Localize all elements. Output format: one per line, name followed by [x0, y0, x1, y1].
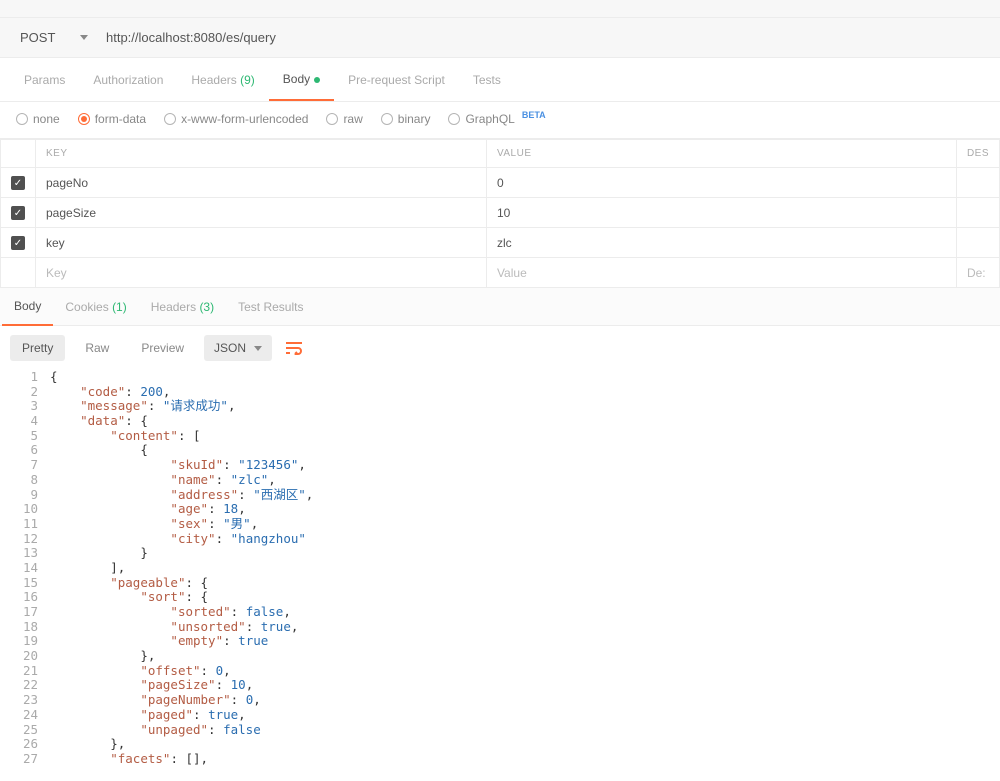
- view-pretty[interactable]: Pretty: [10, 335, 65, 361]
- view-raw[interactable]: Raw: [73, 335, 121, 361]
- code-content: { "code": 200, "message": "请求成功", "data"…: [50, 370, 1000, 767]
- method-select[interactable]: POST: [10, 24, 98, 52]
- table-row: ✓ keyzlc: [1, 228, 1000, 258]
- window-chrome-top: [0, 0, 1000, 18]
- resp-tab-headers[interactable]: Headers (3): [139, 288, 226, 325]
- radio-icon: [448, 113, 460, 125]
- radio-icon: [326, 113, 338, 125]
- radio-raw[interactable]: raw: [326, 112, 362, 126]
- form-data-table: KEY VALUE DES ✓ pageNo0 ✓ pageSize10 ✓ keyzlc: [0, 139, 1000, 288]
- radio-icon: [16, 113, 28, 125]
- tab-prerequest[interactable]: Pre-request Script: [334, 59, 459, 100]
- resp-tab-body[interactable]: Body: [2, 287, 53, 326]
- table-row: ✓ pageSize10: [1, 198, 1000, 228]
- value-cell[interactable]: 10: [486, 198, 956, 228]
- radio-icon: [78, 113, 90, 125]
- body-type-row: none form-data x-www-form-urlencoded raw…: [0, 102, 1000, 139]
- key-cell[interactable]: key: [36, 228, 487, 258]
- wrap-icon: [285, 341, 303, 355]
- tab-tests[interactable]: Tests: [459, 59, 515, 100]
- value-cell[interactable]: zlc: [486, 228, 956, 258]
- value-input[interactable]: [497, 266, 946, 280]
- desc-cell[interactable]: [956, 198, 999, 228]
- request-tabs: Params Authorization Headers (9) Body Pr…: [0, 58, 1000, 102]
- wrap-lines-button[interactable]: [280, 334, 308, 362]
- col-key: KEY: [36, 140, 487, 168]
- desc-input[interactable]: [967, 266, 989, 280]
- response-body[interactable]: 1234567891011121314151617181920212223242…: [0, 370, 1000, 767]
- col-desc: DES: [956, 140, 999, 168]
- value-cell[interactable]: 0: [486, 168, 956, 198]
- table-row: ✓ pageNo0: [1, 168, 1000, 198]
- radio-graphql[interactable]: GraphQLBETA: [448, 112, 545, 126]
- chevron-down-icon: [254, 346, 262, 351]
- tab-headers[interactable]: Headers (9): [177, 59, 268, 100]
- response-tabs: Body Cookies (1) Headers (3) Test Result…: [0, 288, 1000, 326]
- radio-icon: [164, 113, 176, 125]
- radio-binary[interactable]: binary: [381, 112, 431, 126]
- resp-tab-testresults[interactable]: Test Results: [226, 288, 315, 325]
- chevron-down-icon: [80, 35, 88, 40]
- desc-cell[interactable]: [956, 228, 999, 258]
- method-label: POST: [20, 30, 55, 45]
- format-select[interactable]: JSON: [204, 335, 272, 361]
- key-cell[interactable]: pageNo: [36, 168, 487, 198]
- radio-icon: [381, 113, 393, 125]
- key-cell[interactable]: pageSize: [36, 198, 487, 228]
- active-dot-icon: [314, 77, 320, 83]
- beta-badge: BETA: [522, 110, 546, 120]
- checkbox-icon[interactable]: ✓: [11, 236, 25, 250]
- radio-urlencoded[interactable]: x-www-form-urlencoded: [164, 112, 308, 126]
- checkbox-icon[interactable]: ✓: [11, 176, 25, 190]
- view-preview[interactable]: Preview: [129, 335, 196, 361]
- table-row-empty: [1, 258, 1000, 288]
- tab-params[interactable]: Params: [10, 59, 79, 100]
- request-row: POST: [0, 18, 1000, 58]
- url-input[interactable]: [98, 24, 990, 52]
- tab-body[interactable]: Body: [269, 58, 334, 101]
- col-check: [1, 140, 36, 168]
- key-input[interactable]: [46, 266, 476, 280]
- tab-authorization[interactable]: Authorization: [79, 59, 177, 100]
- resp-tab-cookies[interactable]: Cookies (1): [53, 288, 138, 325]
- response-toolbar: Pretty Raw Preview JSON: [0, 326, 1000, 370]
- desc-cell[interactable]: [956, 168, 999, 198]
- col-value: VALUE: [486, 140, 956, 168]
- radio-none[interactable]: none: [16, 112, 60, 126]
- line-gutter: 1234567891011121314151617181920212223242…: [0, 370, 50, 767]
- radio-form-data[interactable]: form-data: [78, 112, 146, 126]
- checkbox-icon[interactable]: ✓: [11, 206, 25, 220]
